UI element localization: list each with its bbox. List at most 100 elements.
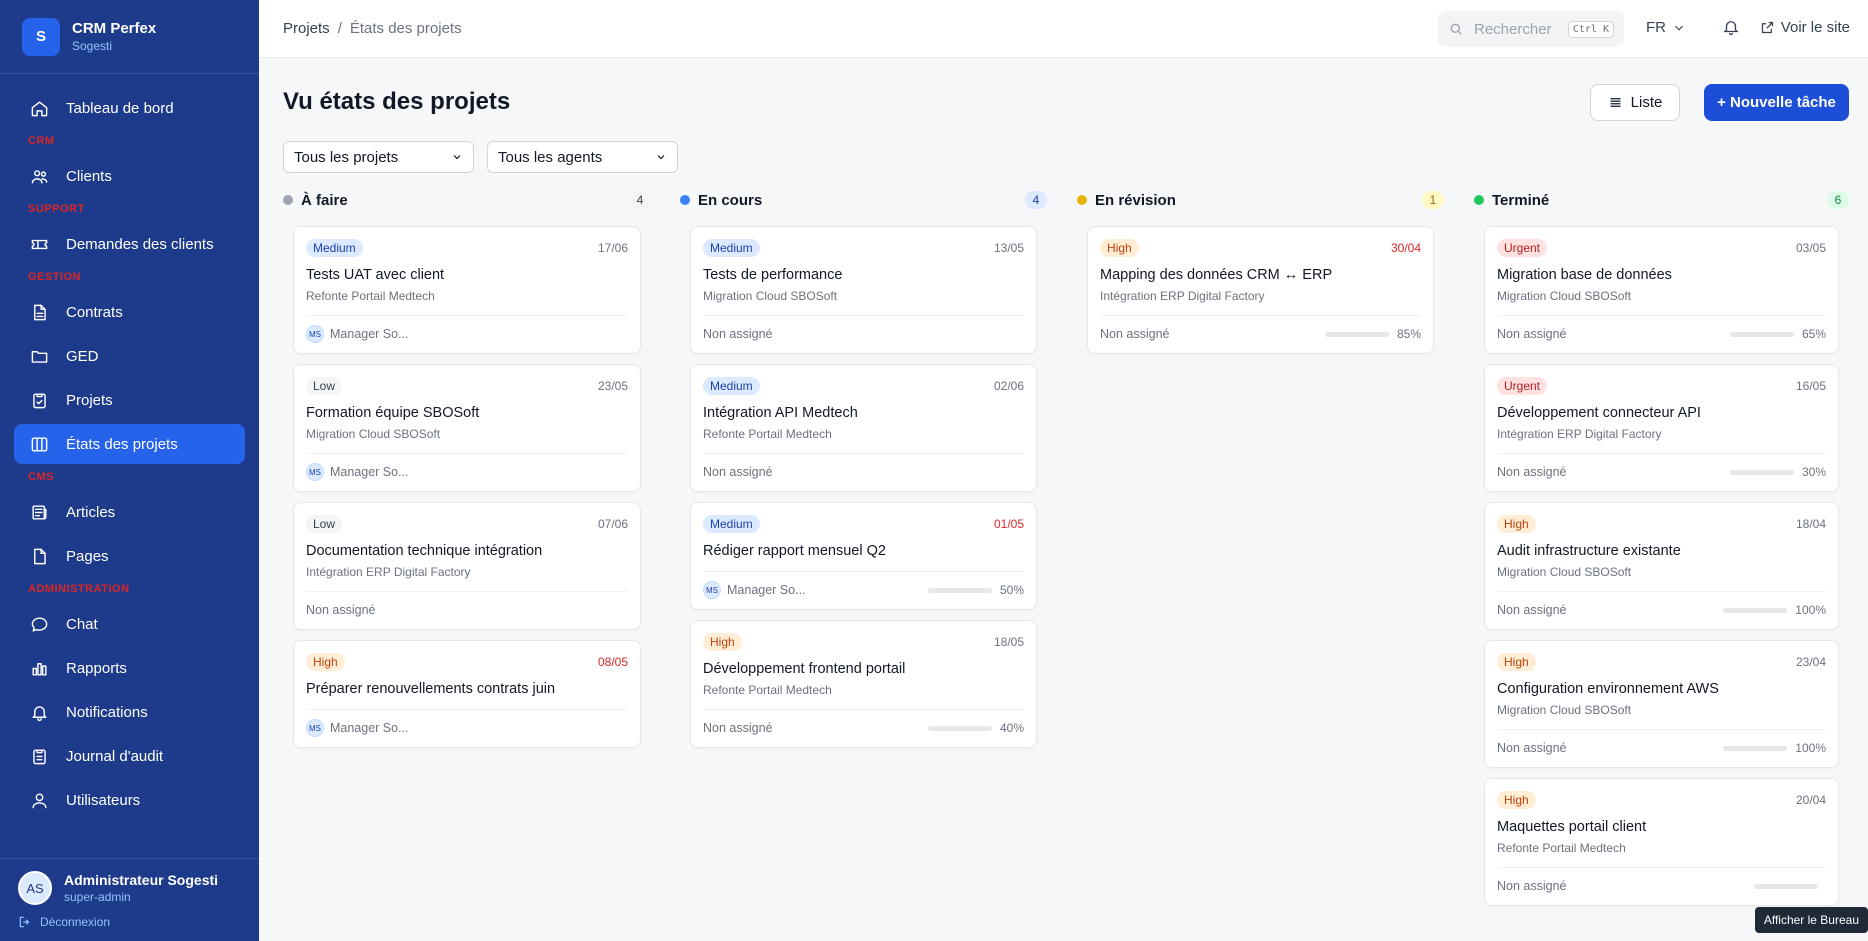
language-label: FR bbox=[1646, 19, 1666, 36]
task-card[interactable]: Urgent 16/05 Développement connecteur API… bbox=[1484, 364, 1839, 492]
task-card[interactable]: Medium 13/05 Tests de performance Migrati… bbox=[690, 226, 1037, 354]
task-card[interactable]: High 18/04 Audit infrastructure existante… bbox=[1484, 502, 1839, 630]
column-header: En cours 4 bbox=[680, 188, 1047, 212]
sidebar-item-clients[interactable]: Clients bbox=[14, 156, 245, 196]
task-card[interactable]: Urgent 03/05 Migration base de données Mi… bbox=[1484, 226, 1839, 354]
list-view-label: Liste bbox=[1630, 94, 1663, 111]
sidebar-item-dashboard[interactable]: Tableau de bord bbox=[14, 88, 245, 128]
due-date: 18/04 bbox=[1795, 517, 1826, 531]
sidebar-item-ged[interactable]: GED bbox=[14, 336, 245, 376]
sidebar-item-label: Tableau de bord bbox=[66, 99, 174, 117]
task-card[interactable]: Medium 02/06 Intégration API Medtech Refo… bbox=[690, 364, 1037, 492]
task-card[interactable]: High 23/04 Configuration environnement AW… bbox=[1484, 640, 1839, 768]
sidebar-item-pages[interactable]: Pages bbox=[14, 536, 245, 576]
visit-site-link[interactable]: Voir le site bbox=[1760, 19, 1850, 36]
user-name: Administrateur Sogesti bbox=[64, 872, 219, 888]
breadcrumb-root[interactable]: Projets bbox=[283, 20, 330, 37]
sidebar-item-reports[interactable]: Rapports bbox=[14, 648, 245, 688]
sidebar-item-requests[interactable]: Demandes des clients bbox=[14, 224, 245, 264]
assignee-name: Non assigné bbox=[703, 721, 773, 735]
task-card[interactable]: High 30/04 Mapping des données CRM ↔ ERP … bbox=[1087, 226, 1434, 354]
task-card[interactable]: High 18/05 Développement frontend portail… bbox=[690, 620, 1037, 748]
language-selector[interactable]: FR bbox=[1646, 19, 1686, 36]
due-date: 17/06 bbox=[597, 241, 628, 255]
sidebar-item-chat[interactable]: Chat bbox=[14, 604, 245, 644]
kanban-column-in-progress: En cours 4 Medium 13/05 Tests de performa… bbox=[680, 188, 1047, 758]
brand[interactable]: S CRM Perfex Sogesti bbox=[0, 0, 259, 74]
avatar[interactable]: AS bbox=[18, 871, 52, 905]
task-card[interactable]: Medium 17/06 Tests UAT avec client Refont… bbox=[293, 226, 641, 354]
task-title: Développement connecteur API bbox=[1497, 405, 1701, 421]
due-date: 30/04 bbox=[1390, 241, 1421, 255]
main-content: Vu états des projets Liste + Nouvelle tâ… bbox=[259, 58, 1868, 941]
sidebar-item-project-states[interactable]: États des projets bbox=[14, 424, 245, 464]
task-card[interactable]: Low 23/05 Formation équipe SBOSoft Migrat… bbox=[293, 364, 641, 492]
sidebar-item-label: Projets bbox=[66, 391, 113, 409]
priority-badge: Urgent bbox=[1497, 239, 1548, 257]
due-date: 13/05 bbox=[993, 241, 1024, 255]
sidebar-item-projects[interactable]: Projets bbox=[14, 380, 245, 420]
new-task-button[interactable]: + Nouvelle tâche bbox=[1704, 84, 1849, 121]
assignee-avatar: MS bbox=[306, 463, 324, 481]
sidebar-item-label: Chat bbox=[66, 615, 98, 633]
logout-button[interactable]: Déconnexion bbox=[18, 915, 241, 929]
task-title: Documentation technique intégration bbox=[306, 543, 543, 559]
chat-icon bbox=[28, 613, 50, 635]
task-card[interactable]: High 08/05 Préparer renouvellements contr… bbox=[293, 640, 641, 748]
kanban-column-review: En révision 1 High 30/04 Mapping des donn… bbox=[1077, 188, 1444, 364]
agent-filter-value: Tous les agents bbox=[498, 148, 603, 166]
ticket-icon bbox=[28, 233, 50, 255]
sidebar-item-contracts[interactable]: Contrats bbox=[14, 292, 245, 332]
column-title: Terminé bbox=[1492, 191, 1550, 209]
progress-bar bbox=[1723, 745, 1788, 751]
task-project: Intégration ERP Digital Factory bbox=[1497, 427, 1662, 441]
priority-badge: Low bbox=[306, 377, 343, 395]
assignee-name: Manager So... bbox=[727, 583, 806, 597]
progress bbox=[1754, 883, 1826, 889]
sidebar-item-label: Articles bbox=[66, 503, 116, 521]
list-view-button[interactable]: Liste bbox=[1590, 84, 1680, 121]
sidebar-item-articles[interactable]: Articles bbox=[14, 492, 245, 532]
sidebar-item-users[interactable]: Utilisateurs bbox=[14, 780, 245, 820]
sidebar-nav: Tableau de bord CRM Clients SUPPORT Dema… bbox=[0, 74, 259, 820]
column-count: 4 bbox=[629, 191, 651, 209]
task-project: Migration Cloud SBOSoft bbox=[306, 427, 441, 441]
priority-badge: High bbox=[1497, 791, 1536, 809]
due-date: 03/05 bbox=[1795, 241, 1826, 255]
breadcrumb-separator: / bbox=[337, 20, 342, 37]
task-title: Audit infrastructure existante bbox=[1497, 543, 1681, 559]
search-input[interactable]: Rechercher Ctrl K bbox=[1438, 11, 1624, 47]
chevron-down-icon bbox=[453, 155, 461, 160]
task-card[interactable]: Low 07/06 Documentation technique intégra… bbox=[293, 502, 641, 630]
user-panel: AS Administrateur Sogesti super-admin Dé… bbox=[0, 858, 259, 941]
assignee-name: Non assigné bbox=[1497, 741, 1567, 755]
progress-percent: 30% bbox=[1801, 465, 1826, 479]
task-card[interactable]: Medium 01/05 Rédiger rapport mensuel Q2 M… bbox=[690, 502, 1037, 610]
project-filter-select[interactable]: Tous les projets bbox=[283, 141, 474, 173]
progress: 50% bbox=[927, 583, 1024, 597]
users-icon bbox=[28, 165, 50, 187]
sidebar-item-notifications[interactable]: Notifications bbox=[14, 692, 245, 732]
assignee-name: Manager So... bbox=[330, 327, 409, 341]
sidebar-section-admin: ADMINISTRATION bbox=[28, 583, 130, 595]
status-dot bbox=[283, 195, 293, 205]
assignee-name: Non assigné bbox=[703, 465, 773, 479]
sidebar-section-gestion: GESTION bbox=[28, 271, 82, 283]
logout-label: Déconnexion bbox=[40, 915, 111, 929]
assignee-name: Non assigné bbox=[1497, 603, 1567, 617]
page-title: Vu états des projets bbox=[283, 88, 511, 115]
sidebar-item-audit-log[interactable]: Journal d'audit bbox=[14, 736, 245, 776]
sidebar-item-label: États des projets bbox=[66, 435, 178, 453]
chevron-down-icon bbox=[1675, 25, 1683, 31]
sidebar-item-label: Contrats bbox=[66, 303, 123, 321]
agent-filter-select[interactable]: Tous les agents bbox=[487, 141, 678, 173]
kanban-icon bbox=[28, 433, 50, 455]
task-card[interactable]: High 20/04 Maquettes portail client Refon… bbox=[1484, 778, 1839, 906]
sidebar: S CRM Perfex Sogesti Tableau de bord CRM… bbox=[0, 0, 259, 941]
search-icon bbox=[1450, 23, 1462, 35]
priority-badge: High bbox=[1497, 515, 1536, 533]
notifications-button[interactable] bbox=[1722, 18, 1740, 41]
progress: 85% bbox=[1324, 327, 1421, 341]
progress: 100% bbox=[1723, 741, 1826, 755]
progress-bar bbox=[1729, 469, 1794, 475]
